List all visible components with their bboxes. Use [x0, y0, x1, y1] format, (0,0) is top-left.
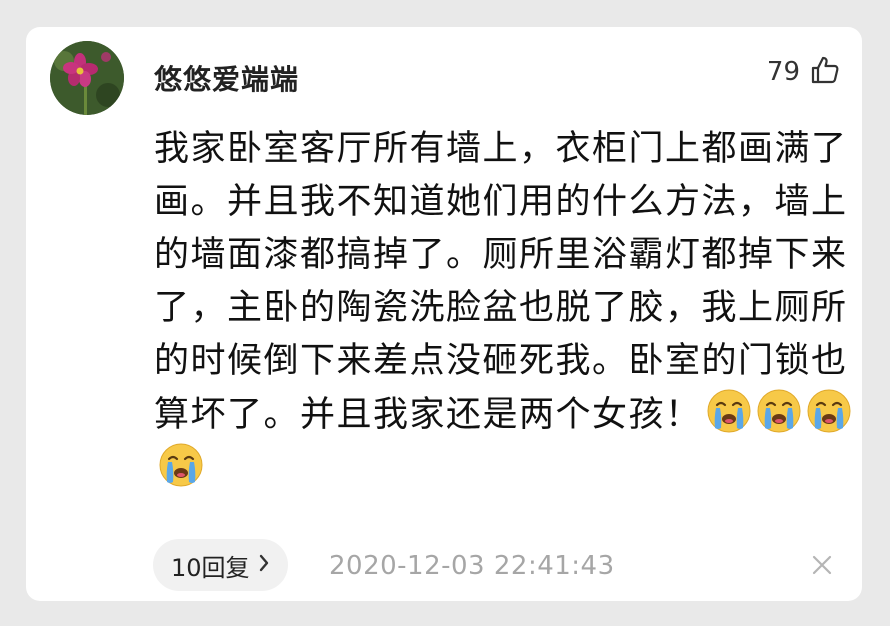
crying-face-icon [158, 442, 204, 488]
crying-face-icon [756, 388, 802, 434]
like-control[interactable]: 79 [767, 55, 840, 89]
crying-face-icon [706, 388, 752, 434]
comment-card: 悠悠爱端端 79 我家卧室客厅所有墙上，衣柜门上都画满了画。并且我不知道她们用的… [26, 27, 862, 601]
close-icon[interactable] [808, 551, 836, 579]
thumbs-up-icon[interactable] [810, 55, 840, 89]
username[interactable]: 悠悠爱端端 [154, 58, 299, 98]
avatar[interactable] [50, 41, 124, 115]
flower-avatar-image [50, 41, 124, 115]
timestamp: 2020-12-03 22:41:43 [329, 551, 615, 581]
reply-label: 10回复 [171, 553, 250, 582]
comment-text: 我家卧室客厅所有墙上，衣柜门上都画满了画。并且我不知道她们用的什么方法，墙上的墙… [154, 123, 854, 496]
reply-button[interactable]: 10回复 [153, 539, 288, 591]
chevron-right-icon [258, 551, 270, 579]
crying-face-icon [806, 388, 852, 434]
like-count: 79 [766, 57, 800, 87]
